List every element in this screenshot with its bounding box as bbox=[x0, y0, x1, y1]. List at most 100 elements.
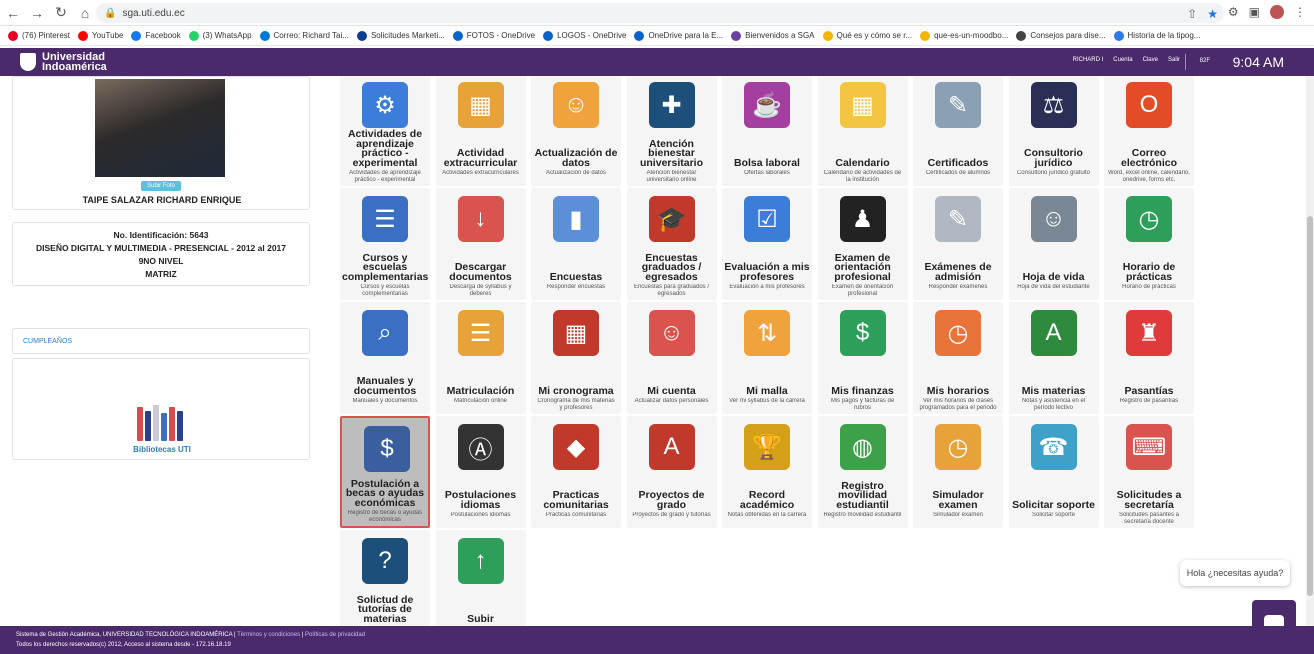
service-tile[interactable]: ▮ Encuestas Responder encuestas bbox=[531, 188, 621, 300]
project-icon: A bbox=[648, 424, 695, 470]
privacy-link[interactable]: Políticas de privacidad bbox=[305, 632, 365, 638]
service-tile[interactable]: ☑ Evaluación a mis profesores Evaluación a… bbox=[722, 188, 812, 300]
user-link[interactable]: RICHARD I bbox=[1073, 57, 1104, 63]
service-tile[interactable]: ☕ Bolsa laboral Ofertas laborales bbox=[722, 76, 812, 186]
service-tile[interactable]: Ⓐ Postulaciones idiomas Postulaciones idio… bbox=[435, 416, 526, 528]
account-link[interactable]: Cuenta bbox=[1113, 57, 1132, 63]
bookmark-item[interactable]: LOGOS - OneDrive bbox=[543, 30, 626, 41]
bookmark-item[interactable]: (76) Pinterest bbox=[8, 30, 70, 41]
service-tile[interactable]: 🏆 Record académico Notas obtenidas en la c… bbox=[722, 416, 812, 528]
service-tile[interactable]: ◷ Simulador examen Simulador examen bbox=[913, 416, 1003, 528]
password-link[interactable]: Clave bbox=[1143, 57, 1158, 63]
service-tile[interactable]: 🎓 Encuestas graduados / egresados Encuesta… bbox=[626, 188, 717, 300]
logout-link[interactable]: Salir bbox=[1168, 57, 1180, 63]
library-link[interactable]: Bibliotecas UTI bbox=[13, 445, 311, 454]
tile-subtitle: Registro de pasantías bbox=[1119, 398, 1179, 404]
service-tile[interactable]: O Correo electrónico Word, excel online, c… bbox=[1104, 76, 1194, 186]
exam-icon: ✎ bbox=[935, 196, 981, 242]
tile-title: Mis finanzas bbox=[831, 384, 894, 397]
service-tile[interactable]: $ Mis finanzas Mis pagos y facturas de rub… bbox=[817, 302, 908, 414]
legal-icon: ⚖ bbox=[1030, 82, 1077, 128]
service-tile[interactable]: A Proyectos de grado Proyectos de grado y … bbox=[626, 416, 717, 528]
scroll-thumb[interactable] bbox=[1307, 216, 1313, 596]
service-tile[interactable]: ◍ Registro movilidad estudiantil Registro … bbox=[817, 416, 908, 528]
university-logo[interactable]: Universidad Indoamérica bbox=[20, 52, 107, 73]
chart-icon: ▮ bbox=[553, 196, 599, 242]
tile-title: Record académico bbox=[739, 489, 795, 511]
bookmark-item[interactable]: Correo: Richard Tai... bbox=[259, 30, 349, 41]
tile-title: Actividades de aprendizaje práctico - ex… bbox=[347, 128, 423, 169]
service-tile[interactable]: ⇅ Mi malla Ver mi syllabus de la carrera bbox=[722, 302, 812, 414]
service-tile[interactable]: A Mis materias Notas y asistencia en el pe… bbox=[1008, 302, 1099, 414]
share-icon[interactable]: ⇧ bbox=[1187, 7, 1197, 21]
service-tile[interactable]: ☺ Hoja de vida Hoja de vida del estudiante bbox=[1008, 188, 1099, 300]
service-tile[interactable]: ▦ Actividad extracurricular Actividades ex… bbox=[435, 76, 526, 186]
service-tile[interactable]: ▦ Mi cronograma Cronograma de mis materias… bbox=[531, 302, 621, 414]
bookmark-item[interactable]: FOTOS - OneDrive bbox=[452, 30, 536, 41]
tile-subtitle: Certificados de alumnos bbox=[925, 170, 991, 176]
page-scrollbar[interactable] bbox=[1306, 76, 1314, 626]
star-icon[interactable]: ★ bbox=[1207, 7, 1218, 21]
extensions-icon[interactable]: ⚙ bbox=[1228, 5, 1239, 19]
tile-title: Actividad extracurricular bbox=[443, 147, 518, 169]
service-tile[interactable]: ✎ Exámenes de admisión Responder exámenes bbox=[913, 188, 1003, 300]
address-bar[interactable]: 🔒 sga.uti.edu.ec ⇧ ★ bbox=[96, 3, 1224, 23]
bookmark-item[interactable]: Qué es y cómo se r... bbox=[822, 30, 912, 41]
service-tile[interactable]: ☰ Matriculación Matriculación online bbox=[435, 302, 526, 414]
bookmark-label: Bienvenidos a SGA bbox=[745, 31, 815, 40]
service-tile[interactable]: ✚ Atención bienestar universitario Atenció… bbox=[626, 76, 717, 186]
brand-line2: Indoamérica bbox=[42, 61, 107, 73]
forward-icon[interactable]: → bbox=[26, 2, 48, 24]
service-tile[interactable]: ▦ Calendario Calendario de actividades de … bbox=[817, 76, 908, 186]
back-icon[interactable]: ← bbox=[2, 2, 24, 24]
chat-prompt[interactable]: Hola ¿necesitas ayuda? bbox=[1180, 560, 1290, 586]
service-tile[interactable]: ◷ Mis horarios Ver mis horarios de clases … bbox=[913, 302, 1003, 414]
bookmark-item[interactable]: (3) WhatsApp bbox=[188, 30, 252, 41]
service-tile[interactable]: $ Postulación a becas o ayudas económicas… bbox=[340, 416, 430, 528]
bookmark-item[interactable]: que-es-un-moodbo... bbox=[920, 30, 1008, 41]
service-tile[interactable]: ⌕ Manuales y documentos Manuales y documen… bbox=[340, 302, 430, 414]
weather-temp: 82F bbox=[1199, 58, 1210, 64]
bookmark-item[interactable]: Historia de la tipog... bbox=[1113, 30, 1200, 41]
clipboard-icon: ☰ bbox=[457, 310, 504, 356]
service-tile[interactable]: ↑ Subir bbox=[435, 530, 526, 626]
bookmark-item[interactable]: Facebook bbox=[131, 30, 181, 41]
profile-avatar[interactable] bbox=[1270, 5, 1284, 19]
service-tile[interactable]: ☺ Actualización de datos Actualización de … bbox=[531, 76, 621, 186]
birthdays-card[interactable]: CUMPLEAÑOS bbox=[12, 328, 310, 354]
bookmark-item[interactable]: Consejos para dise... bbox=[1016, 30, 1106, 41]
home-icon[interactable]: ⌂ bbox=[74, 2, 96, 24]
service-tile[interactable]: ⚖ Consultorio jurídico Consultorio jurídic… bbox=[1008, 76, 1099, 186]
bookmark-item[interactable]: Bienvenidos a SGA bbox=[731, 30, 815, 41]
menu-icon[interactable]: ⋮ bbox=[1294, 5, 1306, 19]
tile-title: Mi cronograma bbox=[538, 384, 614, 397]
service-tile[interactable]: ◆ Practicas comunitarias Practicas comunit… bbox=[531, 416, 621, 528]
service-tile[interactable]: ✎ Certificados Certificados de alumnos bbox=[913, 76, 1003, 186]
typewriter-icon: ⌨ bbox=[1126, 424, 1172, 470]
gears-icon: ⚙ bbox=[362, 82, 408, 128]
upload-photo-button[interactable]: Subir Foto bbox=[141, 181, 181, 191]
tile-title: Subir bbox=[467, 612, 494, 625]
service-tile[interactable]: ♜ Pasantías Registro de pasantías bbox=[1104, 302, 1194, 414]
service-tile[interactable]: ↓ Descargar documentos Descarga de syllabu… bbox=[435, 188, 526, 300]
service-tile[interactable]: ⚙ Actividades de aprendizaje práctico - e… bbox=[340, 76, 430, 186]
bookmark-item[interactable]: OneDrive para la E... bbox=[634, 30, 723, 41]
bookmark-item[interactable]: Solicitudes Marketi... bbox=[356, 30, 445, 41]
bookmark-favicon-icon bbox=[259, 30, 270, 41]
tile-subtitle: Notas y asistencia en el período lectivo bbox=[1021, 398, 1086, 411]
service-tile[interactable]: ☎ Solicitar soporte Solicitar soporte bbox=[1008, 416, 1099, 528]
reload-icon[interactable]: ↻ bbox=[50, 2, 72, 24]
bookmark-label: FOTOS - OneDrive bbox=[466, 31, 536, 40]
service-tile[interactable]: ◷ Horario de prácticas Horario de práctica… bbox=[1104, 188, 1194, 300]
birthdays-label[interactable]: CUMPLEAÑOS bbox=[13, 329, 309, 354]
bookmark-item[interactable]: YouTube bbox=[78, 30, 123, 41]
service-tile[interactable]: ☰ Cursos y escuelas complementarias Cursos… bbox=[340, 188, 430, 300]
library-card[interactable]: Bibliotecas UTI bbox=[12, 358, 310, 460]
bookmark-favicon-icon bbox=[822, 30, 833, 41]
service-tile[interactable]: ☺ Mi cuenta Actualizar datos personales bbox=[626, 302, 717, 414]
service-tile[interactable]: ? Solictud de tutorías de materias bbox=[340, 530, 430, 626]
service-tile[interactable]: ⌨ Solicitudes a secretaría Solicitudes pas… bbox=[1104, 416, 1194, 528]
terms-link[interactable]: Términos y condiciones bbox=[237, 632, 300, 638]
service-tile[interactable]: ♟ Examen de orientación profesional Examen… bbox=[817, 188, 908, 300]
sidepanel-icon[interactable]: ▣ bbox=[1249, 5, 1260, 19]
